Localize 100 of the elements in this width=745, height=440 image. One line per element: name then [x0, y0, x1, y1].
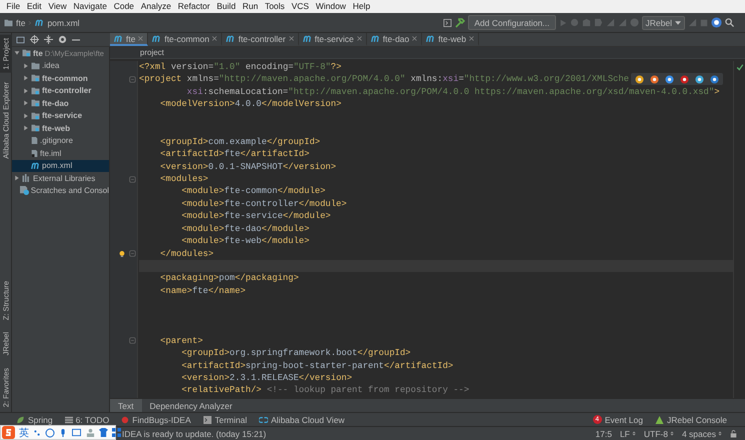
fold-marker-icon[interactable] — [129, 176, 136, 183]
tree-item[interactable]: .idea — [12, 60, 109, 72]
updown-icon[interactable] — [632, 430, 636, 437]
terminal-icon[interactable] — [202, 416, 212, 424]
tree-item[interactable]: fte-dao — [12, 97, 109, 110]
menu-item[interactable]: Window — [312, 0, 350, 13]
close-icon[interactable] — [356, 36, 362, 41]
menu-item[interactable]: Navigate — [70, 0, 110, 13]
target-icon[interactable] — [30, 35, 39, 44]
folder-icon[interactable] — [31, 124, 40, 132]
menu-item[interactable]: Analyze — [137, 0, 174, 13]
close-icon[interactable] — [212, 36, 218, 41]
tree-item[interactable]: fte-controller — [12, 84, 109, 97]
encoding-widget[interactable]: UTF-8 — [644, 428, 674, 438]
ime-language[interactable]: 英 — [19, 426, 29, 440]
folder-icon[interactable] — [22, 49, 31, 58]
tool-window-button[interactable]: JRebel Console — [654, 414, 727, 424]
lock-icon[interactable] — [730, 430, 737, 438]
jrebel-select[interactable]: JRebel — [642, 16, 685, 30]
indent-widget[interactable]: 4 spaces — [682, 428, 722, 438]
keyboard-icon[interactable] — [71, 428, 82, 437]
caret-icon[interactable] — [675, 20, 681, 24]
list-icon[interactable] — [64, 416, 73, 424]
folder-icon[interactable] — [4, 18, 13, 26]
leaf-icon[interactable] — [16, 416, 25, 424]
folder-icon[interactable] — [31, 99, 40, 108]
close-icon[interactable] — [412, 36, 418, 41]
tree-item[interactable]: fte-web — [12, 122, 109, 134]
microphone-icon[interactable] — [59, 428, 67, 438]
editor-breadcrumb[interactable]: project — [140, 48, 164, 57]
editor-bottom-tab[interactable]: Dependency Analyzer — [142, 399, 240, 412]
punctuation-icon[interactable] — [33, 428, 41, 436]
folder-icon[interactable] — [31, 112, 40, 120]
grid-icon[interactable] — [112, 428, 121, 437]
menu-item[interactable]: View — [44, 0, 70, 13]
library-icon[interactable] — [22, 174, 31, 182]
tree-item[interactable]: fte.iml — [12, 147, 109, 160]
menu-item[interactable]: Tools — [261, 0, 288, 13]
close-icon[interactable] — [288, 36, 294, 41]
tool-window-button[interactable]: Spring — [16, 414, 53, 424]
tree-item[interactable]: pom.xml — [12, 160, 109, 172]
jrebel-icon[interactable] — [654, 416, 664, 424]
check-icon[interactable] — [736, 64, 744, 71]
update-icon[interactable] — [711, 17, 722, 28]
editor-tab[interactable]: fte-service — [298, 33, 367, 46]
shirt-icon[interactable] — [99, 428, 108, 437]
menu-item[interactable]: Code — [110, 0, 138, 13]
breadcrumb-item[interactable]: pom.xml — [47, 18, 80, 28]
collapse-arrow-icon[interactable] — [14, 175, 20, 182]
file-icon[interactable] — [31, 148, 38, 158]
menu-item[interactable]: Run — [239, 0, 262, 13]
breadcrumb-item[interactable]: fte — [16, 18, 26, 28]
tree-item[interactable]: Scratches and Consol — [12, 184, 109, 197]
close-icon[interactable] — [138, 36, 144, 41]
updown-icon[interactable] — [718, 430, 722, 437]
editor-tab[interactable]: fte-common — [148, 33, 222, 46]
line-separator-widget[interactable]: LF — [620, 428, 636, 438]
tool-window-button[interactable]: Alibaba Cloud View — [259, 414, 345, 424]
folder-icon[interactable] — [31, 86, 40, 95]
search-icon[interactable] — [725, 18, 734, 27]
menu-item[interactable]: VCS — [288, 0, 312, 13]
editor-tab[interactable]: fte-web — [422, 33, 480, 46]
folder-icon[interactable] — [31, 74, 40, 82]
editor-tab[interactable]: fte-dao — [366, 33, 422, 46]
person-icon[interactable] — [86, 428, 95, 437]
ime-logo-icon[interactable] — [2, 426, 15, 439]
tree-item[interactable]: .gitignore — [12, 134, 109, 147]
expand-arrow-icon[interactable] — [14, 50, 20, 56]
file-icon[interactable] — [31, 136, 38, 146]
editor-tab[interactable]: fte — [110, 33, 148, 46]
folder-icon[interactable] — [31, 62, 40, 70]
bug-icon[interactable] — [121, 416, 130, 424]
layout-icon[interactable] — [16, 36, 25, 44]
collapse-icon[interactable] — [44, 35, 53, 44]
tool-window-button[interactable]: 6: TODO — [64, 414, 110, 424]
fold-marker-icon[interactable] — [129, 337, 136, 344]
emoji-icon[interactable] — [45, 428, 55, 438]
settings-icon[interactable] — [58, 35, 67, 44]
tree-item[interactable]: fte-common — [12, 72, 109, 84]
menu-item[interactable]: Edit — [23, 0, 45, 13]
link-icon[interactable] — [259, 416, 268, 424]
updown-icon[interactable] — [670, 430, 674, 437]
tree-item[interactable]: fte-service — [12, 110, 109, 122]
tool-window-button[interactable]: FindBugs-IDEA — [121, 414, 191, 424]
menu-item[interactable]: Refactor — [174, 0, 214, 13]
fold-marker-icon[interactable] — [129, 250, 136, 258]
scratch-icon[interactable] — [20, 186, 29, 196]
tool-window-button[interactable]: Terminal — [202, 414, 247, 424]
caret-position[interactable]: 17:5 — [595, 428, 612, 438]
editor-bottom-tab[interactable]: Text — [110, 399, 142, 412]
fold-marker-icon[interactable] — [129, 76, 136, 84]
add-configuration-button[interactable]: Add Configuration... — [468, 15, 556, 30]
window-icon[interactable] — [443, 18, 452, 26]
menu-item[interactable]: Help — [349, 0, 374, 13]
menu-item[interactable]: File — [3, 0, 24, 13]
close-icon[interactable] — [469, 36, 474, 41]
editor-tab[interactable]: fte-controller — [222, 33, 299, 46]
hammer-icon[interactable] — [455, 18, 466, 28]
menu-item[interactable]: Build — [213, 0, 240, 13]
tree-item[interactable]: External Libraries — [12, 172, 109, 184]
